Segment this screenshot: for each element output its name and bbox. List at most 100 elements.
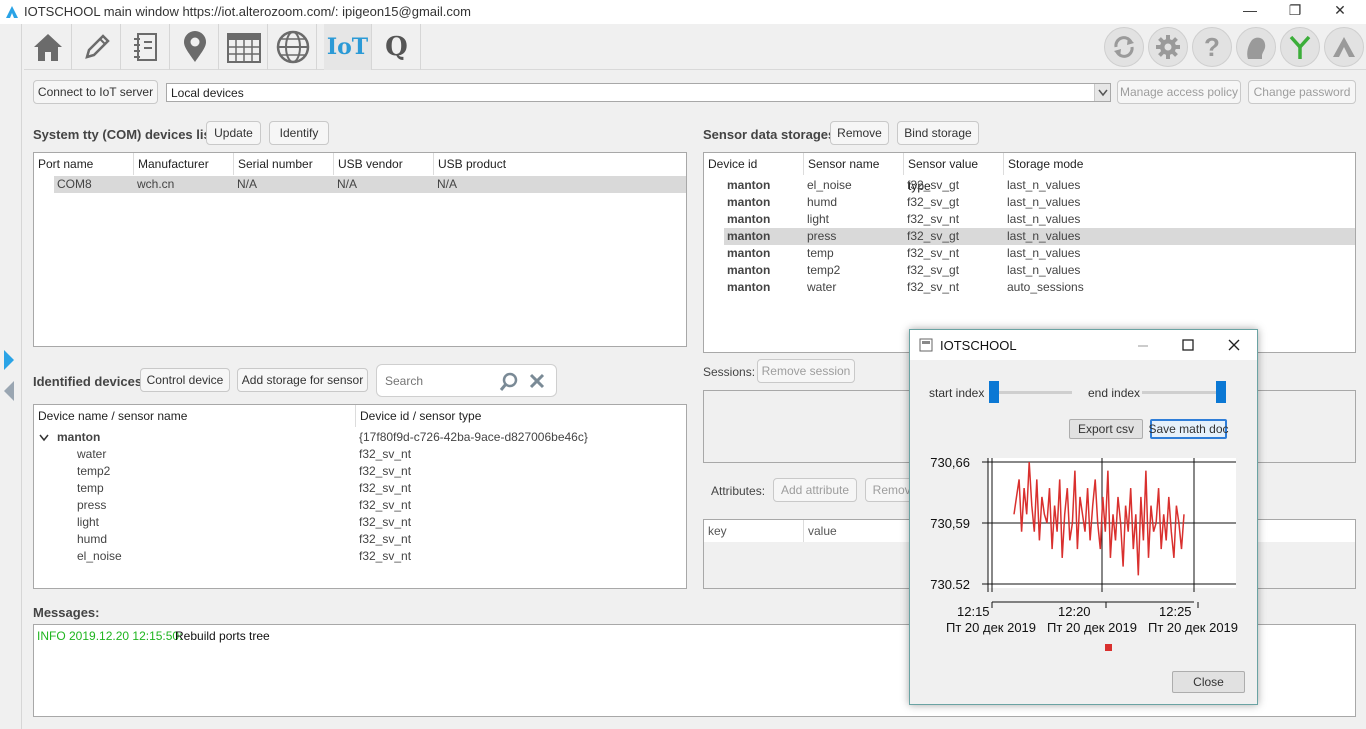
minimize-button[interactable]: — — [1240, 2, 1260, 18]
search-icon[interactable] — [499, 372, 519, 392]
connect-server-button[interactable]: Connect to IoT server — [33, 80, 158, 104]
storages-table: Device id Sensor name Sensor value type … — [703, 152, 1356, 353]
update-button[interactable]: Update — [206, 121, 261, 145]
sensor-name[interactable]: temp — [77, 480, 104, 497]
q-tab[interactable]: Q — [373, 24, 421, 70]
cell-usb-product: N/A — [437, 177, 458, 191]
chart-dialog: IOTSCHOOL start index end index Export c… — [909, 329, 1258, 705]
column-header[interactable]: Device id / sensor type — [356, 405, 686, 427]
cell-device-id[interactable]: manton — [727, 279, 770, 296]
sensor-name[interactable]: temp2 — [77, 463, 110, 480]
cell-device-id[interactable]: manton — [727, 262, 770, 279]
cell-device-id[interactable]: manton — [727, 211, 770, 228]
cell-sensor-name: water — [807, 280, 837, 294]
cell-device-id[interactable]: manton — [727, 177, 770, 194]
tree-device-name[interactable]: manton — [57, 429, 100, 446]
cell-device-id[interactable]: manton — [727, 194, 770, 211]
server-select[interactable]: Local devices — [166, 83, 1111, 102]
column-header[interactable]: Manufacturer — [134, 153, 234, 175]
remove-storage-button[interactable]: Remove — [830, 121, 889, 145]
cell-storage-mode: auto_sessions — [1007, 280, 1084, 294]
add-attribute-button[interactable]: Add attribute — [773, 478, 857, 502]
remove-session-button[interactable]: Remove session — [757, 359, 855, 383]
add-storage-button[interactable]: Add storage for sensor — [237, 368, 368, 392]
restore-button[interactable]: ❐ — [1285, 2, 1305, 19]
table-row[interactable]: COM8 wch.cn N/A N/A N/A — [54, 176, 686, 193]
column-header[interactable]: Device name / sensor name — [34, 405, 356, 427]
sensor-name[interactable]: press — [77, 497, 106, 514]
column-header[interactable]: key — [704, 520, 804, 542]
close-window-button[interactable]: ✕ — [1330, 2, 1350, 19]
search-input[interactable] — [383, 371, 493, 391]
edit-button[interactable] — [73, 24, 121, 70]
column-header[interactable]: Sensor value type — [904, 153, 1004, 193]
cell-device-id[interactable]: manton — [727, 245, 770, 262]
user-button[interactable] — [1236, 27, 1276, 67]
end-index-track — [1142, 391, 1224, 394]
sensor-name[interactable]: humd — [77, 531, 107, 548]
search-box — [376, 364, 557, 397]
sensor-type: f32_sv_nt — [359, 498, 412, 512]
end-index-slider[interactable] — [1216, 381, 1226, 403]
message-text: Rebuild ports tree — [175, 629, 270, 643]
column-header[interactable]: Storage mode — [1004, 153, 1355, 175]
column-header[interactable]: USB vendor — [334, 153, 434, 175]
start-index-slider[interactable] — [989, 381, 999, 403]
cell-usb-vendor: N/A — [337, 177, 358, 191]
column-header[interactable]: value — [804, 520, 904, 542]
sensor-type: f32_sv_nt — [359, 515, 412, 529]
column-header[interactable]: Port name — [34, 153, 134, 175]
dialog-close-button[interactable]: Close — [1172, 671, 1245, 693]
antenna-icon — [1289, 35, 1311, 59]
dialog-minimize-icon[interactable] — [1136, 338, 1150, 352]
window-title: IOTSCHOOL main window https://iot.altero… — [24, 4, 471, 19]
settings-button[interactable] — [1148, 27, 1188, 67]
select-dropdown-button[interactable] — [1094, 84, 1110, 101]
help-button[interactable]: ? — [1192, 27, 1232, 67]
column-header[interactable]: Device id — [704, 153, 804, 175]
cell-device-id[interactable]: manton — [727, 228, 770, 245]
messages-title: Messages: — [33, 605, 100, 620]
sensor-name[interactable]: light — [77, 514, 99, 531]
collapse-left-icon[interactable] — [2, 379, 16, 403]
change-password-button[interactable]: Change password — [1248, 80, 1356, 104]
calendar-button[interactable] — [220, 24, 268, 70]
sensor-type: f32_sv_nt — [359, 464, 412, 478]
sensor-name[interactable]: water — [77, 446, 106, 463]
cell-storage-mode: last_n_values — [1007, 263, 1081, 277]
start-index-track — [990, 391, 1072, 394]
logo-icon — [1333, 37, 1355, 57]
identified-devices-title: Identified devices — [33, 374, 143, 389]
sync-button[interactable] — [1104, 27, 1144, 67]
save-math-doc-button[interactable]: Save math doc — [1148, 419, 1229, 439]
globe-button[interactable] — [269, 24, 317, 70]
bind-storage-button[interactable]: Bind storage — [897, 121, 979, 145]
location-pin-icon — [183, 31, 206, 62]
calendar-icon — [226, 33, 261, 63]
column-header[interactable]: USB product — [434, 153, 686, 175]
chevron-down-icon — [1098, 89, 1108, 97]
home-button[interactable] — [24, 24, 72, 70]
identify-button[interactable]: Identify — [269, 121, 329, 145]
x-tick-date: Пт 20 дек 2019 — [1047, 620, 1138, 635]
dialog-maximize-icon[interactable] — [1181, 338, 1195, 352]
notebook-button[interactable] — [122, 24, 170, 70]
expand-right-icon[interactable] — [2, 348, 16, 372]
storages-title: Sensor data storages — [703, 127, 836, 142]
clear-search-icon[interactable] — [528, 372, 546, 390]
dialog-close-icon[interactable] — [1227, 338, 1241, 352]
home-icon — [33, 34, 62, 61]
sensor-name[interactable]: el_noise — [77, 548, 122, 565]
control-device-button[interactable]: Control device — [140, 368, 230, 392]
logo-button[interactable] — [1324, 27, 1364, 67]
app-logo-icon — [6, 6, 18, 18]
column-header[interactable]: Serial number — [234, 153, 334, 175]
iot-tab-label: IoT — [326, 34, 369, 60]
manage-access-button[interactable]: Manage access policy — [1117, 80, 1241, 104]
antenna-button[interactable] — [1280, 27, 1320, 67]
iot-tab[interactable]: IoT — [324, 24, 372, 70]
location-button[interactable] — [171, 24, 219, 70]
chevron-down-icon[interactable] — [38, 432, 50, 444]
export-csv-button[interactable]: Export csv — [1069, 419, 1143, 439]
column-header[interactable]: Sensor name — [804, 153, 904, 175]
